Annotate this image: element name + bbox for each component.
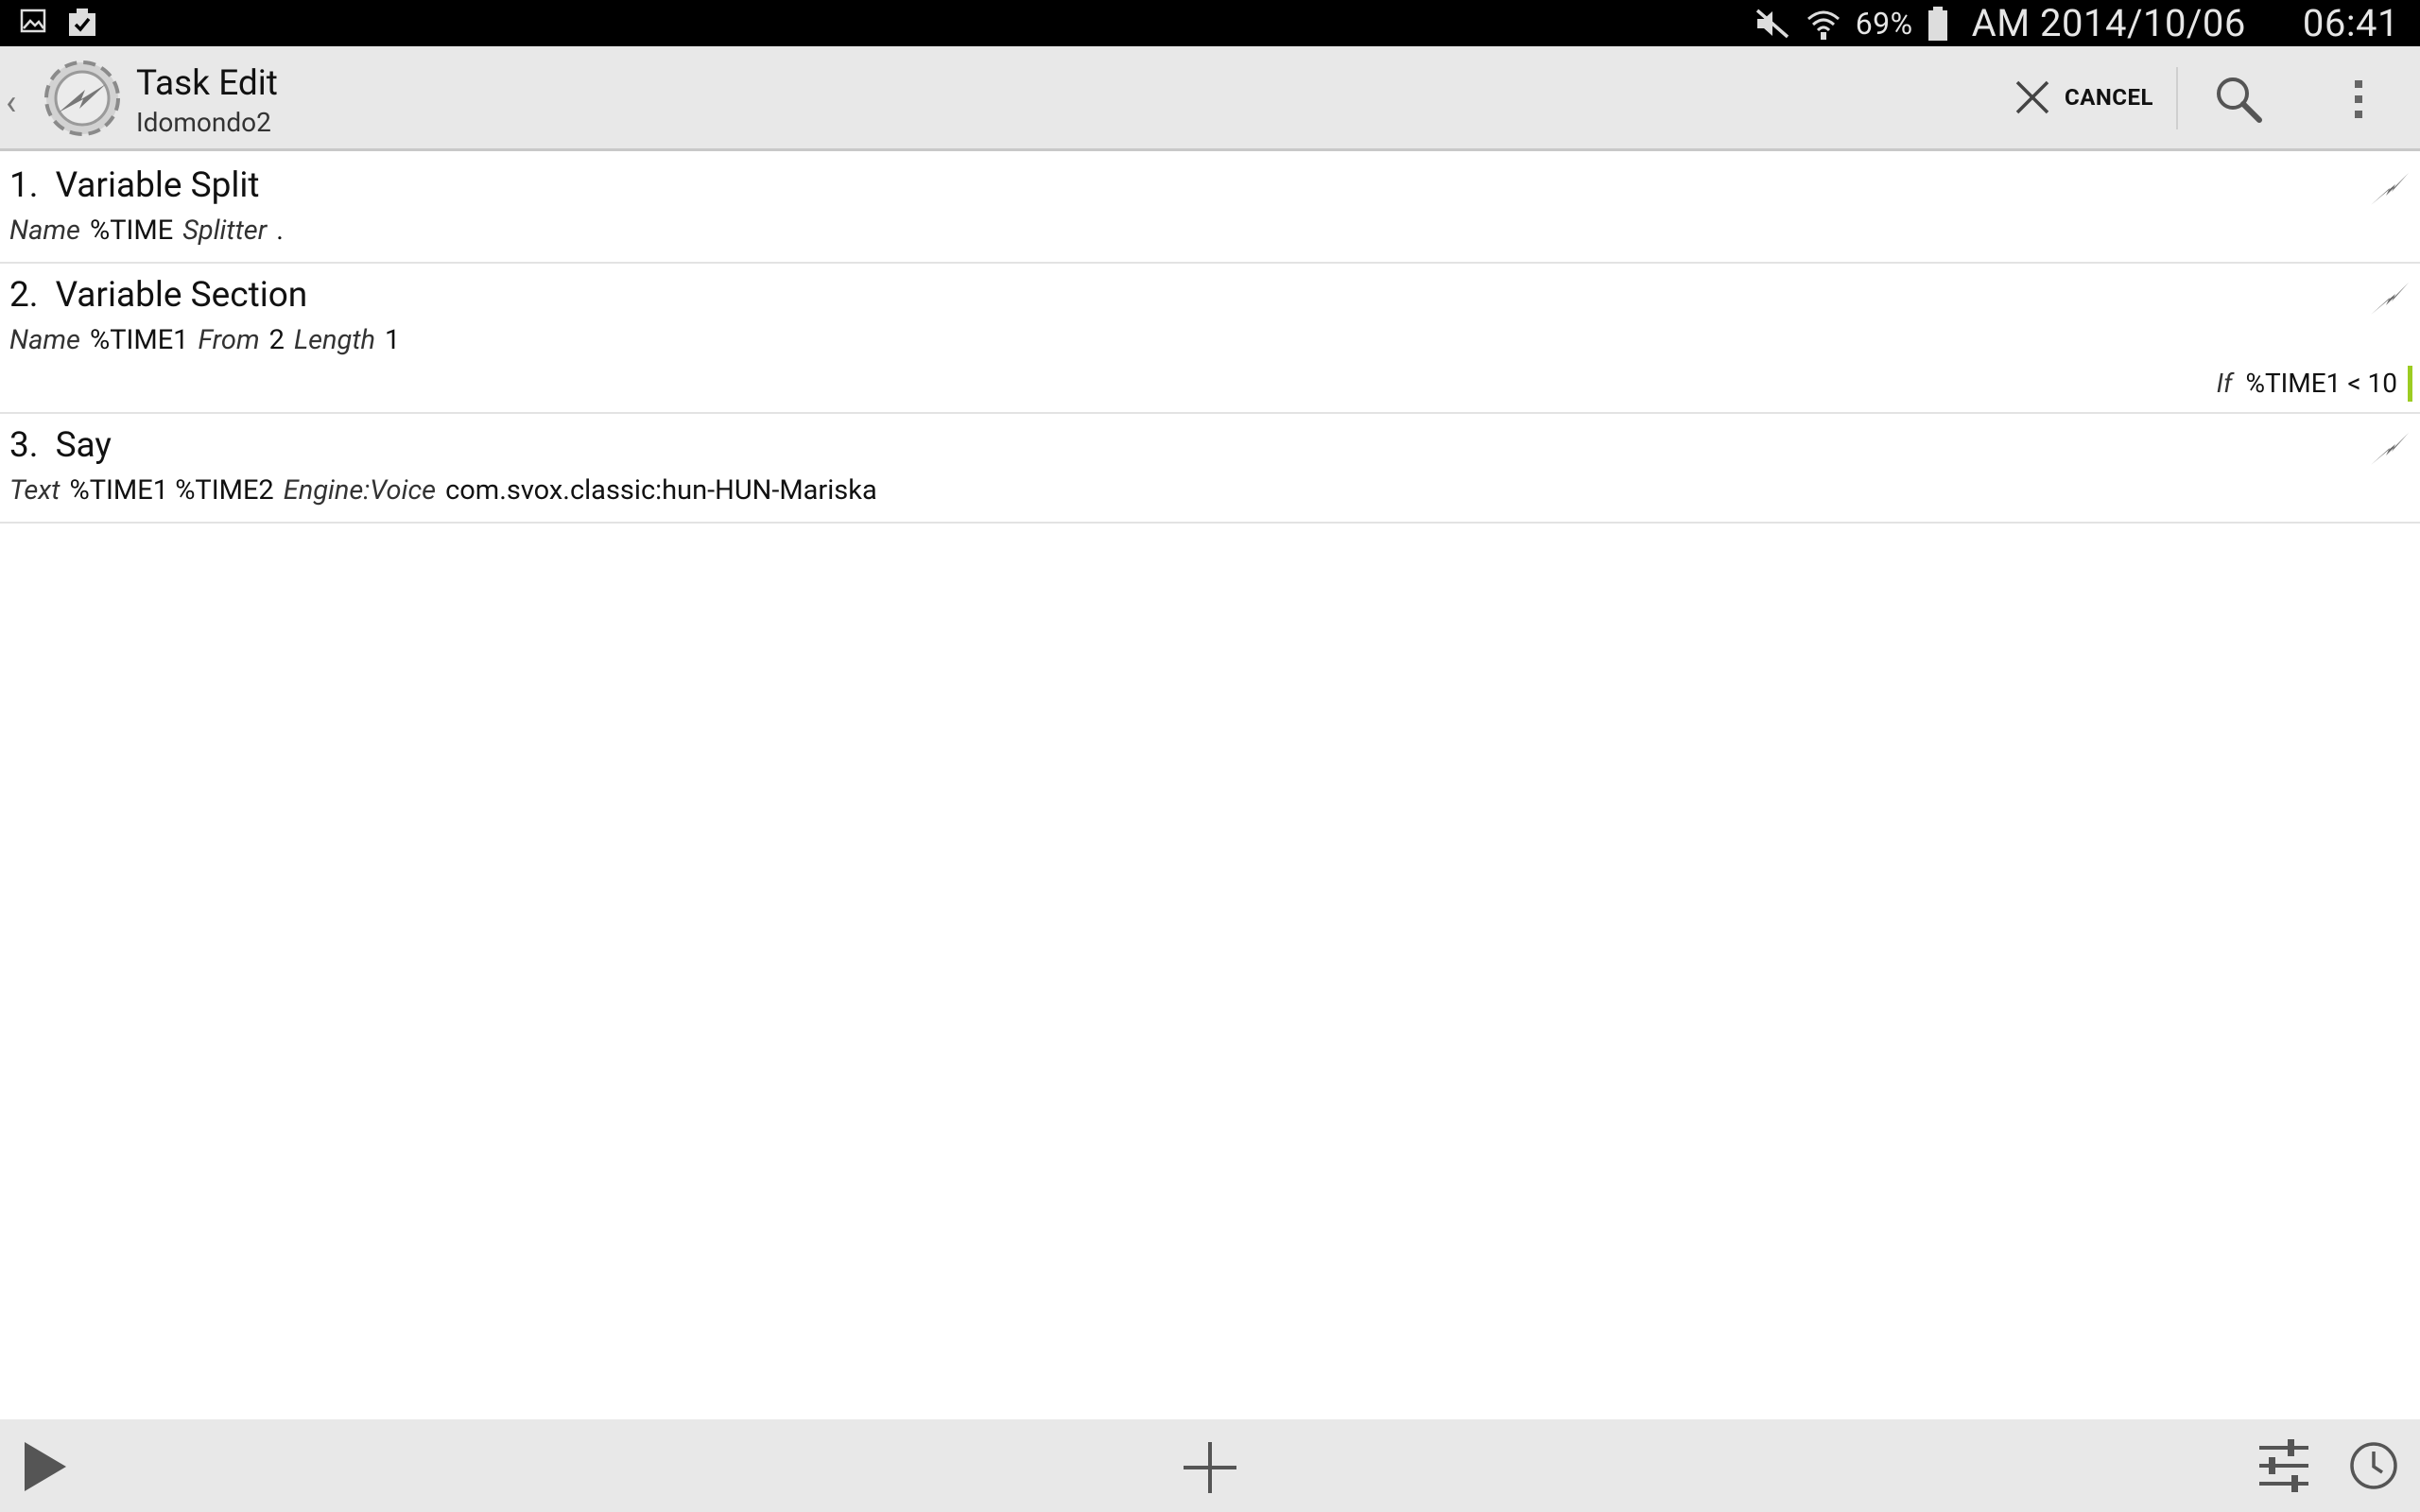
search-icon[interactable] <box>2212 73 2265 126</box>
action-bar: ‹ Task Edit Idomondo2 CANCEL <box>0 46 2420 151</box>
param-value: %TIME1 %TIME2 <box>69 474 274 507</box>
image-icon <box>20 9 46 33</box>
action-header: 2. Variable Section <box>9 275 307 316</box>
action-header: 1. Variable Split <box>9 165 260 206</box>
notification-icons <box>19 7 98 39</box>
task-name: Idomondo2 <box>136 107 271 138</box>
param-value: 2 <box>268 324 285 356</box>
action-number: 1. <box>9 165 39 206</box>
action-item-variable-split[interactable]: 1. Variable Split Name %TIME Splitter. <box>0 154 2420 264</box>
param-key: Text <box>9 474 60 507</box>
sliders-icon[interactable] <box>2256 1436 2312 1495</box>
overflow-menu-icon[interactable] <box>2340 73 2377 126</box>
param-key: Name <box>9 324 80 356</box>
condition-value: %TIME1 < 10 <box>2245 368 2397 399</box>
action-list: 1. Variable Split Name %TIME Splitter. 2. Va… <box>0 154 2420 524</box>
add-icon[interactable] <box>1182 1440 1238 1495</box>
param-value: %TIME <box>89 215 174 247</box>
lightning-icon <box>2371 283 2409 315</box>
condition-key: If <box>2216 368 2233 399</box>
action-item-say[interactable]: 3. Say Text %TIME1 %TIME2 Engine:Voice com.s… <box>0 414 2420 524</box>
status-date: AM 2014/10/06 <box>1971 1 2246 45</box>
action-condition: If %TIME1 < 10 <box>2217 368 2397 399</box>
param-value: 1 <box>385 324 401 356</box>
condition-indicator <box>2408 366 2412 402</box>
param-key: Engine:Voice <box>283 474 437 507</box>
close-icon <box>2015 80 2049 114</box>
param-value: %TIME1 <box>89 324 189 356</box>
param-value: . <box>276 215 284 247</box>
clock-icon[interactable] <box>2348 1440 2399 1491</box>
action-params: Text %TIME1 %TIME2 Engine:Voice com.svox.cl… <box>9 474 887 507</box>
param-key: Name <box>9 215 80 247</box>
system-status: 69% AM 2014/10/06 06:41 <box>1754 0 2399 46</box>
action-item-variable-section[interactable]: 2. Variable Section Name %TIME1 From 2 Length… <box>0 264 2420 414</box>
wifi-icon <box>1806 10 1840 40</box>
action-params: Name %TIME Splitter. <box>9 215 293 247</box>
play-icon[interactable] <box>19 1438 72 1495</box>
bottom-bar <box>0 1419 2420 1512</box>
param-key: Length <box>293 324 376 356</box>
param-key: Splitter <box>182 215 268 247</box>
lightning-icon <box>2371 433 2409 465</box>
action-header: 3. Say <box>9 425 112 466</box>
battery-icon <box>1927 6 1947 41</box>
action-name: Variable Section <box>55 275 308 316</box>
lightning-icon <box>2371 173 2409 205</box>
action-name: Variable Split <box>55 165 260 206</box>
cancel-button[interactable]: CANCEL <box>2014 71 2153 124</box>
action-number: 3. <box>9 425 39 466</box>
status-bar: 69% AM 2014/10/06 06:41 <box>0 0 2420 46</box>
action-bar-divider <box>2176 67 2178 129</box>
clipboard-check-icon <box>69 9 95 36</box>
battery-percent: 69% <box>1855 5 1913 42</box>
action-number: 2. <box>9 275 39 316</box>
param-key: From <box>198 324 260 356</box>
cancel-label: CANCEL <box>2065 84 2153 111</box>
param-value: com.svox.classic:hun-HUN-Mariska <box>445 474 877 507</box>
tasker-logo-icon[interactable] <box>40 56 125 141</box>
page-title: Task Edit <box>136 63 278 104</box>
action-name: Say <box>55 425 112 466</box>
status-time: 06:41 <box>2302 1 2399 45</box>
back-chevron-icon[interactable]: ‹ <box>6 82 16 124</box>
mute-icon <box>1755 9 1789 38</box>
action-params: Name %TIME1 From 2 Length 1 <box>9 324 409 356</box>
